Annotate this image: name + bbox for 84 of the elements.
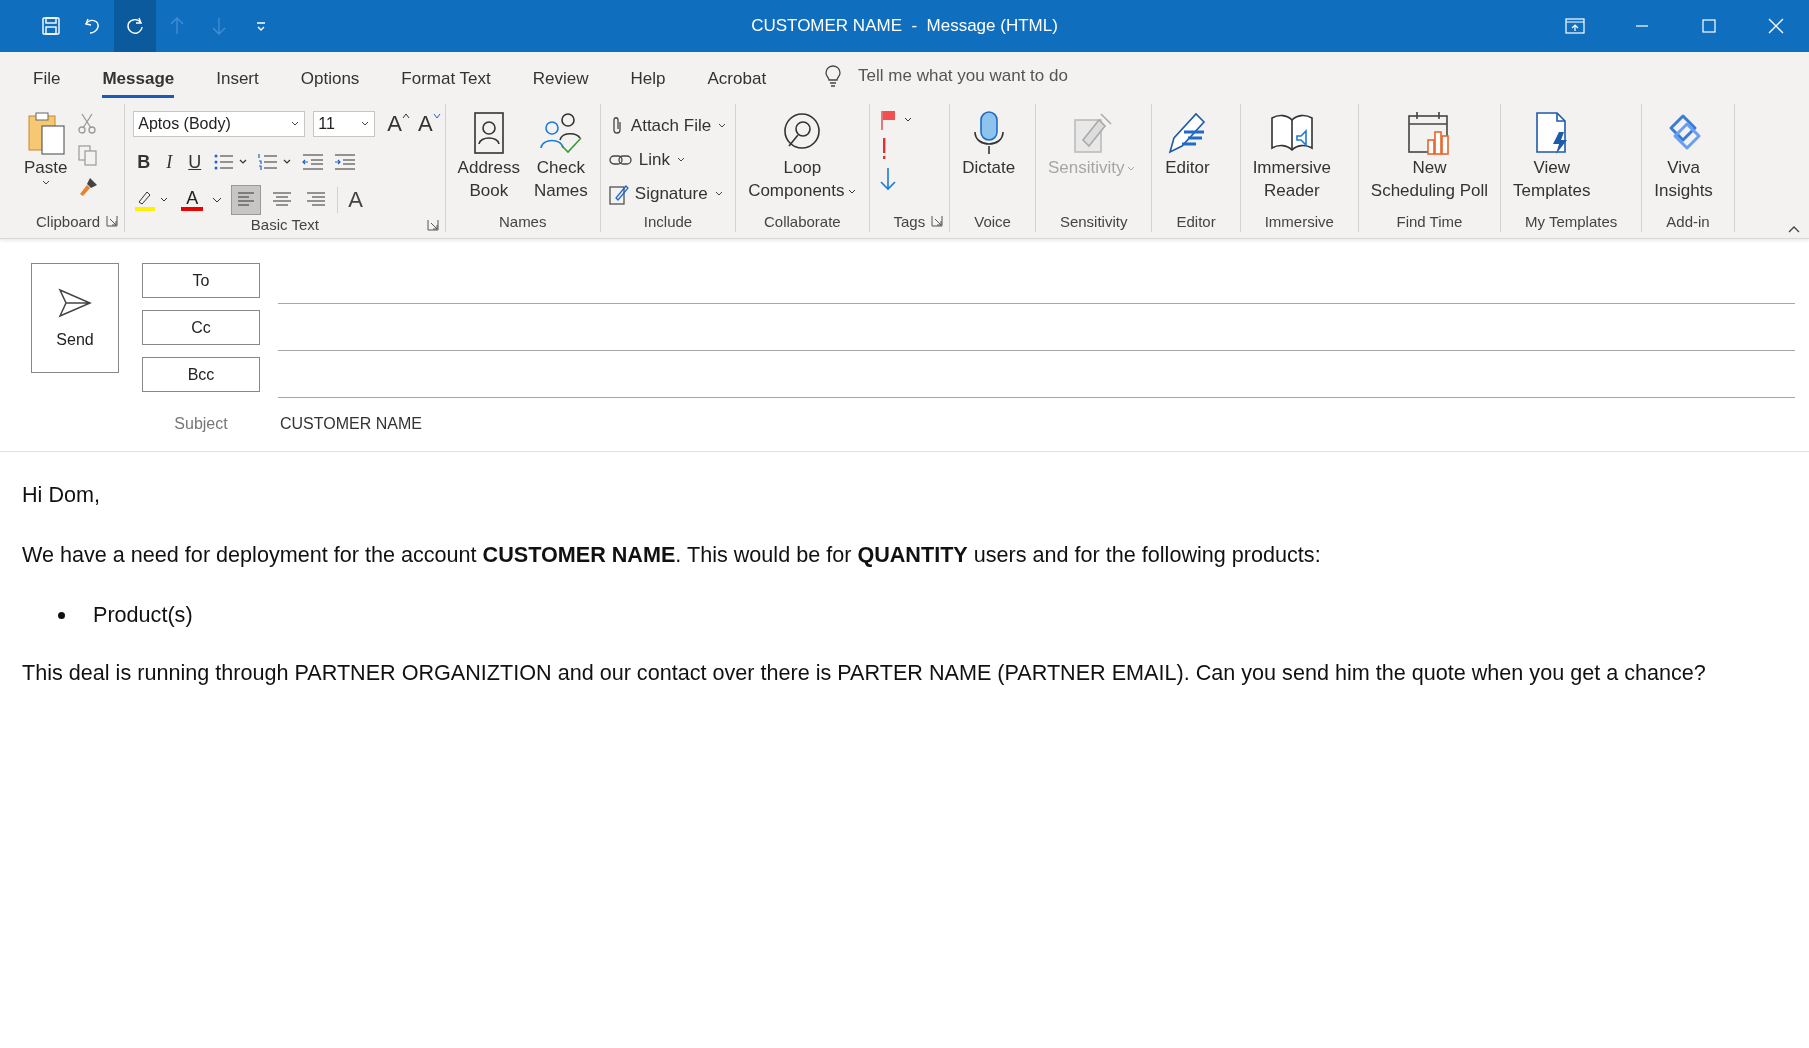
signature-icon: [608, 183, 629, 205]
ribbon-button[interactable]: Dictate: [958, 108, 1020, 181]
dialog-launcher-icon[interactable]: [931, 215, 944, 227]
link-icon: [608, 152, 633, 168]
redo-icon[interactable]: [114, 0, 156, 52]
caret-icon: [290, 120, 301, 128]
ribbon-button[interactable]: Check Names: [529, 108, 592, 204]
low-importance-icon[interactable]: [877, 166, 898, 192]
cut-icon[interactable]: [77, 112, 98, 134]
collapse-ribbon-icon[interactable]: [1787, 224, 1801, 234]
ribbon-button[interactable]: Address Book: [453, 108, 524, 204]
body-paragraph: Hi Dom,: [22, 482, 101, 508]
group-label: Clipboard: [36, 212, 101, 230]
group-label: Tags: [893, 212, 926, 230]
format-painter-icon[interactable]: [77, 176, 100, 198]
window-title: CUSTOMER NAME - Message (HTML): [750, 16, 1059, 36]
underline-button[interactable]: U: [184, 151, 206, 173]
ribbon-tab[interactable]: File: [33, 60, 61, 98]
body-paragraph: We have a need for deployment for the account CUSTOMER NAME. This would be for QUANTITY users and for the following products:: [22, 542, 1322, 568]
copy-icon[interactable]: [77, 144, 100, 166]
bullet-icon: [58, 611, 65, 619]
subject-label: Subject: [173, 414, 229, 433]
caret-icon: [432, 113, 441, 119]
send-button[interactable]: Send: [31, 263, 119, 373]
caret-icon: [713, 190, 724, 198]
ribbon-tab[interactable]: Insert: [216, 60, 259, 98]
caret-icon: [40, 179, 51, 187]
clear-formatting-button[interactable]: A: [337, 187, 367, 213]
recipient-button[interactable]: Cc: [142, 310, 260, 345]
lightbulb-icon: [824, 64, 843, 88]
group-label: Voice: [974, 212, 1011, 230]
recipient-button[interactable]: Bcc: [142, 357, 260, 392]
font-color-button[interactable]: A: [181, 189, 204, 211]
group-label: Sensitivity: [1059, 212, 1128, 230]
caret-icon: [360, 120, 371, 128]
caret-icon: [1126, 164, 1137, 173]
dialog-launcher-icon[interactable]: [426, 218, 439, 231]
increase-indent-icon[interactable]: [333, 152, 358, 172]
align-left-icon[interactable]: [231, 185, 262, 215]
ribbon-button[interactable]: Viva Insights: [1650, 108, 1717, 204]
caret-icon[interactable]: [211, 195, 224, 205]
include-menu-button[interactable]: Signature: [608, 180, 728, 208]
caret-icon: [676, 156, 686, 164]
caret-icon: [846, 187, 857, 196]
italic-button[interactable]: I: [162, 151, 177, 173]
ribbon-button[interactable]: Editor: [1160, 108, 1215, 181]
ribbon-button[interactable]: View Templates: [1509, 108, 1595, 204]
grow-font-button[interactable]: A: [383, 111, 406, 137]
group-label: Editor: [1176, 212, 1216, 230]
include-menu-button[interactable]: Link: [608, 146, 728, 174]
ribbon-tab[interactable]: Help: [630, 60, 666, 98]
group-label: Collaborate: [763, 212, 841, 230]
people-check-icon: [537, 110, 584, 156]
subject-field[interactable]: CUSTOMER NAME: [278, 413, 1795, 434]
caret-icon: [401, 113, 410, 119]
shrink-font-button[interactable]: A: [413, 111, 437, 137]
ribbon-button[interactable]: Immersive Reader: [1248, 108, 1336, 204]
group-label: Names: [498, 212, 547, 230]
ribbon-button[interactable]: New Scheduling Poll: [1366, 108, 1492, 204]
search-field[interactable]: Tell me what you want to do: [824, 64, 1181, 88]
ribbon-tab[interactable]: Review: [532, 60, 589, 98]
dialog-launcher-icon[interactable]: [106, 215, 119, 227]
group-label: Find Time: [1396, 212, 1463, 230]
body-paragraph: This deal is running through PARTNER ORGANIZTION and our contact over there is PARTER NAME (PARTNER EMAIL). Can you send him the quote when you get a chance?: [22, 660, 1707, 686]
paste-button[interactable]: Paste: [20, 108, 72, 189]
ribbon-tab[interactable]: Format Text: [401, 60, 491, 98]
bullet-item: Product(s): [93, 602, 193, 628]
font-size-dropdown[interactable]: 11: [313, 111, 376, 137]
include-menu-button[interactable]: Attach File: [608, 112, 728, 140]
group-label: My Templates: [1525, 212, 1618, 230]
ribbon-tab[interactable]: Message: [102, 60, 175, 98]
caret-icon: [717, 122, 728, 130]
ribbon-button[interactable]: Loop Components: [744, 108, 861, 204]
send-icon: [57, 287, 93, 319]
group-label: Immersive: [1264, 212, 1334, 230]
group-label: Include: [643, 212, 693, 230]
ribbon-tab[interactable]: Acrobat: [707, 60, 767, 98]
group-label: Add-in: [1666, 212, 1710, 230]
ribbon-tab[interactable]: Options: [300, 60, 360, 98]
bold-button[interactable]: B: [133, 151, 155, 173]
group-label: Basic Text: [250, 216, 319, 233]
recipient-button[interactable]: To: [142, 263, 260, 298]
font-name-dropdown[interactable]: Aptos (Body): [133, 111, 306, 137]
decrease-indent-icon[interactable]: [301, 152, 326, 172]
